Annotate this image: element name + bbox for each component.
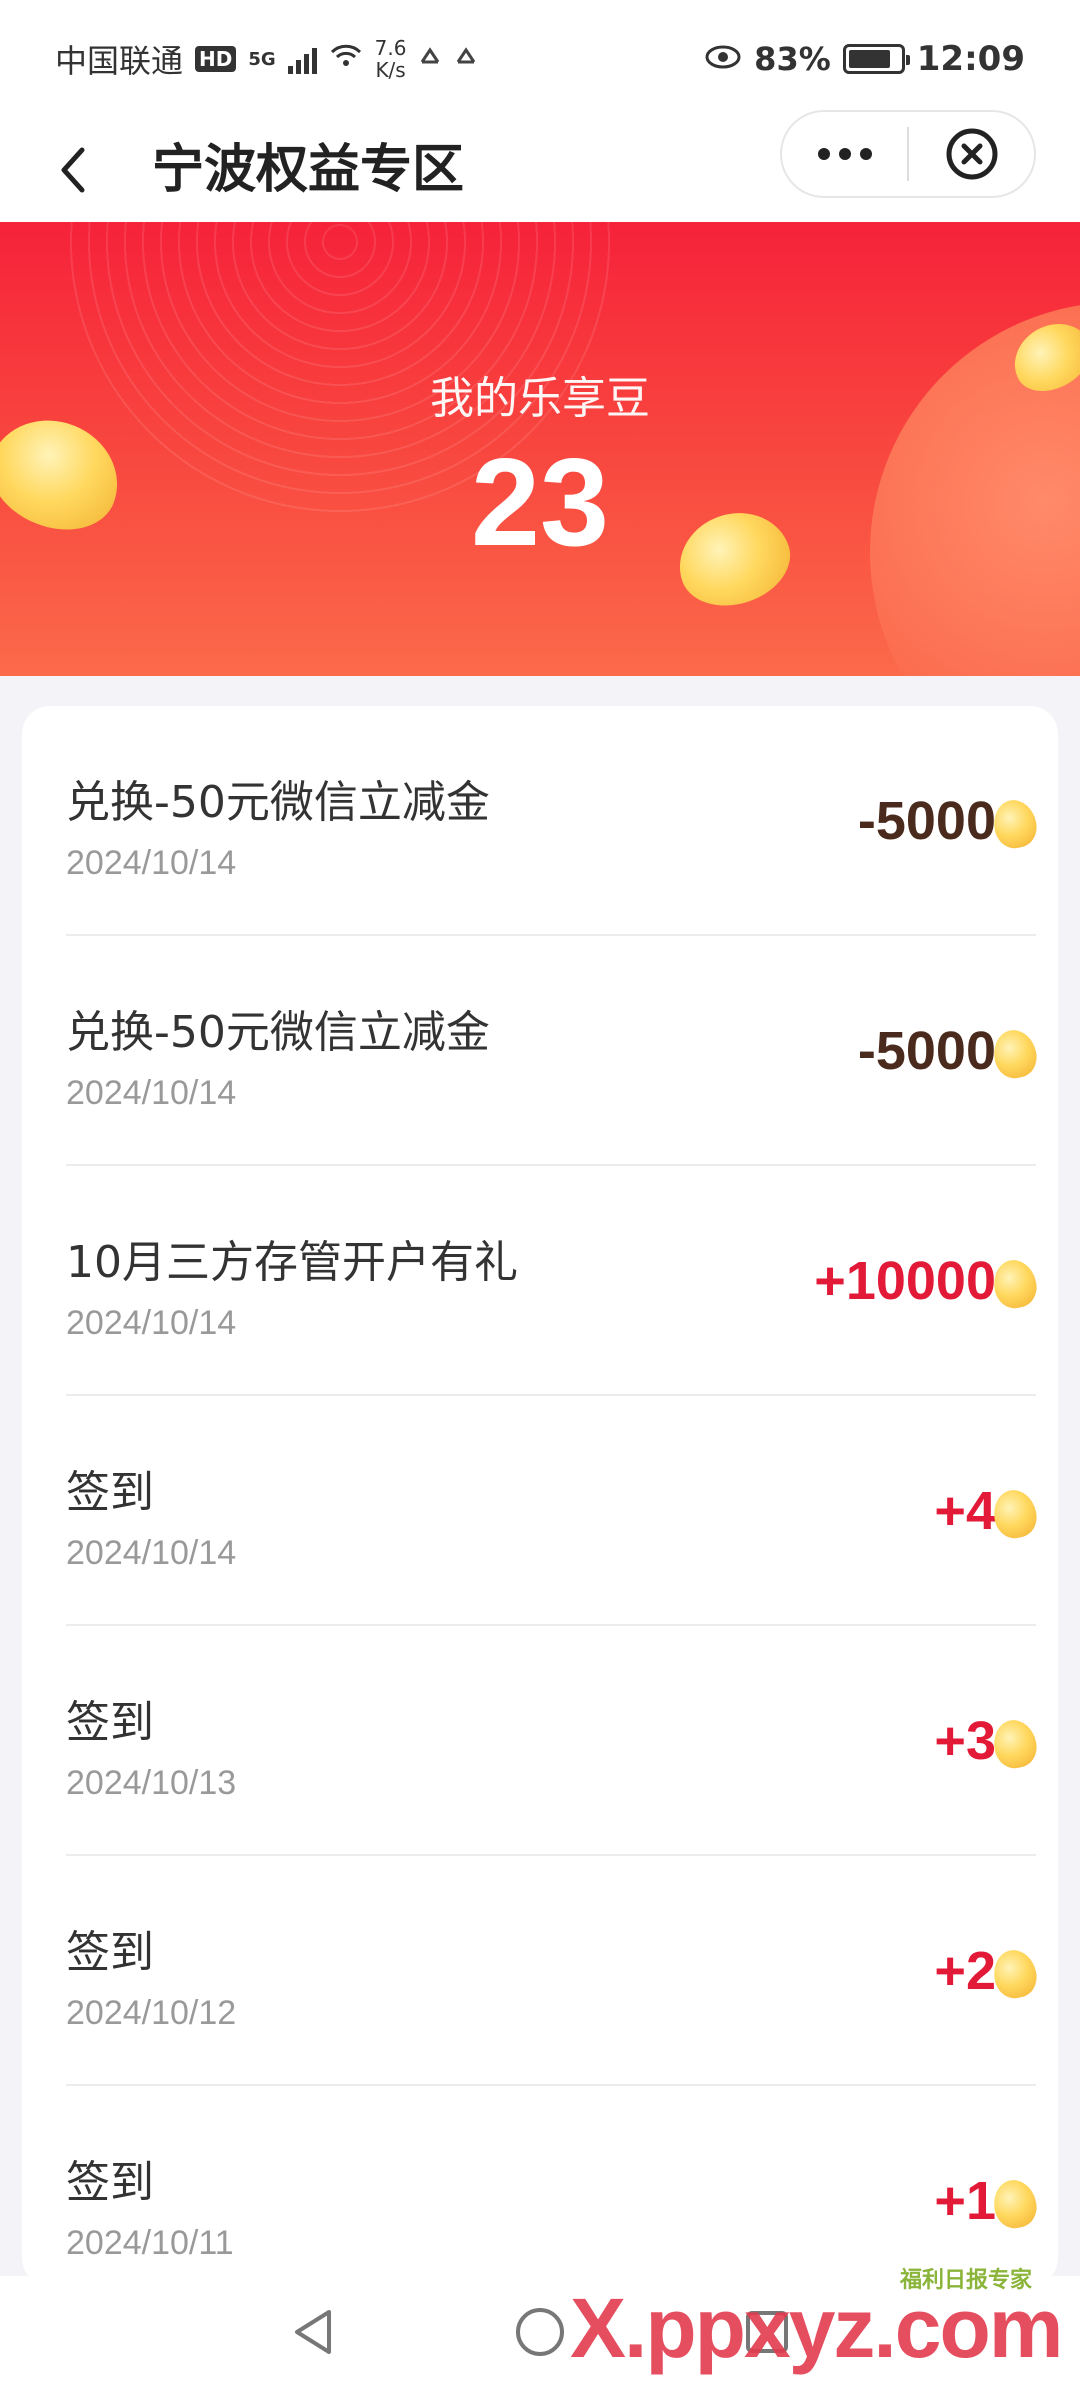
record-title: 签到: [66, 1927, 154, 1978]
battery-icon: [842, 44, 910, 74]
bean-coin-icon: [989, 1026, 1041, 1082]
back-button[interactable]: [40, 138, 104, 202]
bean-coin-icon: [989, 1486, 1041, 1542]
nav-home-button[interactable]: [510, 2302, 570, 2362]
eye-icon: [704, 40, 742, 78]
status-bar: 中国联通 HD 5G 7.6 K/s 83% 12:09: [0, 0, 1080, 118]
record-title: 10月三方存管开户有礼: [66, 1237, 518, 1288]
hd-badge: HD: [195, 46, 237, 72]
more-dots-icon: [817, 148, 830, 160]
list-item[interactable]: 兑换-50元微信立减金 2024/10/14 -5000: [66, 706, 1041, 936]
back-arrow-icon: [61, 147, 85, 193]
points-banner: 我的乐享豆 23: [0, 222, 1080, 676]
record-amount: -5000: [857, 791, 996, 851]
speed-unit: K/s: [375, 58, 406, 82]
record-date: 2024/10/12: [66, 1994, 237, 2032]
status-right: 83% 12:09: [704, 39, 1025, 79]
page-title: 宁波权益专区: [152, 140, 465, 200]
record-date: 2024/10/13: [66, 1764, 237, 1802]
speed-value: 7.6: [374, 36, 407, 60]
nav-home-icon: [515, 2308, 564, 2356]
list-item[interactable]: 签到 2024/10/13 +3: [66, 1626, 1041, 1856]
record-amount: -5000: [857, 1021, 996, 1081]
battery-percent: 83%: [754, 40, 831, 78]
signal-icon: [287, 44, 317, 74]
record-amount: +4: [934, 1481, 996, 1541]
bean-coin-icon: [989, 796, 1041, 852]
network-type: 5G: [248, 48, 276, 70]
carrier-label: 中国联通: [55, 42, 184, 80]
mini-program-capsule: [780, 110, 1036, 198]
notification-icon: [418, 40, 488, 78]
clock: 12:09: [916, 39, 1025, 79]
record-title: 兑换-50元微信立减金: [66, 1007, 490, 1058]
points-label: 我的乐享豆: [430, 373, 650, 424]
list-item[interactable]: 签到 2024/10/14 +4: [66, 1396, 1041, 1626]
bean-coin-icon: [989, 1946, 1041, 2002]
nav-back-icon: [295, 2310, 332, 2354]
record-amount: +2: [934, 1941, 996, 2001]
records-card: 兑换-50元微信立减金 2024/10/14 -5000 兑换-50元微信立减金…: [22, 706, 1058, 2286]
list-item[interactable]: 10月三方存管开户有礼 2024/10/14 +10000: [66, 1166, 1041, 1396]
nav-back-button[interactable]: [283, 2302, 343, 2362]
close-button[interactable]: [909, 112, 1034, 196]
bean-coin-icon: [989, 2176, 1041, 2232]
list-item[interactable]: 签到 2024/10/12 +2: [66, 1856, 1041, 2086]
record-amount: +1: [934, 2171, 996, 2231]
points-value: 23: [471, 434, 609, 572]
more-button[interactable]: [782, 112, 907, 196]
record-amount: +10000: [814, 1251, 996, 1311]
record-date: 2024/10/14: [66, 1074, 237, 1112]
list-item[interactable]: 兑换-50元微信立减金 2024/10/14 -5000: [66, 936, 1041, 1166]
record-date: 2024/10/14: [66, 1534, 237, 1572]
close-circle-icon: [946, 128, 997, 180]
record-amount: +3: [934, 1711, 996, 1771]
record-title: 签到: [66, 2157, 154, 2208]
watermark-sub: 福利日报专家: [900, 2268, 1033, 2293]
record-title: 签到: [66, 1467, 154, 1518]
record-date: 2024/10/11: [66, 2224, 234, 2262]
network-speed: 7.6 K/s: [375, 37, 407, 81]
wifi-icon: [329, 40, 363, 78]
record-title: 签到: [66, 1697, 154, 1748]
record-date: 2024/10/14: [66, 844, 237, 882]
status-left: 中国联通 HD 5G 7.6 K/s: [55, 36, 488, 82]
bean-coin-icon: [989, 1716, 1041, 1772]
record-title: 兑换-50元微信立减金: [66, 777, 490, 828]
record-date: 2024/10/14: [66, 1304, 237, 1342]
bean-coin-icon: [989, 1256, 1041, 1312]
